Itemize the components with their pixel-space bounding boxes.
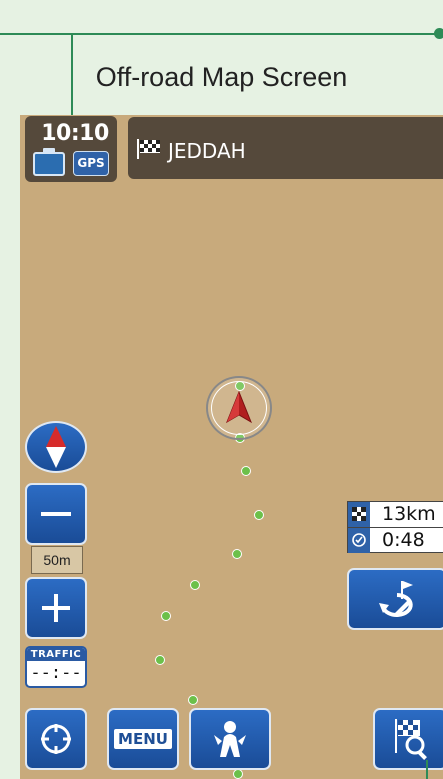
screen-caption: Off-road Map Screen: [95, 62, 348, 92]
zoom-out-button[interactable]: [25, 483, 87, 545]
destination-search-button[interactable]: [373, 708, 443, 770]
battery-icon: [33, 152, 65, 176]
track-dot: [254, 510, 264, 520]
clock-icon: [348, 528, 370, 553]
annotation-line-horizontal: [0, 33, 438, 35]
compass-icon: [46, 426, 66, 468]
reroute-button[interactable]: [347, 568, 443, 630]
reroute-icon: [379, 581, 413, 617]
menu-button-label: MENU: [114, 729, 172, 749]
traffic-value: --:--: [30, 663, 82, 683]
crosshair-icon: [41, 724, 71, 754]
zoom-in-button[interactable]: [25, 577, 87, 639]
clock-time: 10:10: [41, 121, 109, 146]
remaining-time: 0:48: [382, 529, 425, 551]
map-scale: 50m: [31, 546, 83, 574]
destination-name: JEDDAH: [168, 139, 246, 163]
compass-button[interactable]: [25, 421, 87, 473]
plus-icon: [42, 594, 70, 622]
track-dot: [190, 580, 200, 590]
vehicle-position-marker: [206, 376, 272, 440]
remaining-distance: 13km: [382, 503, 436, 525]
annotation-dot: [434, 28, 443, 39]
minus-icon: [41, 512, 71, 516]
track-dot: [155, 655, 165, 665]
checkered-flag-icon: [348, 502, 370, 527]
route-guide-button[interactable]: [189, 708, 271, 770]
track-dot: [161, 611, 171, 621]
traffic-header: TRAFFIC: [27, 648, 85, 661]
flag-search-icon: [394, 719, 427, 760]
traffic-indicator[interactable]: TRAFFIC --:--: [25, 646, 87, 688]
current-location-button[interactable]: [25, 708, 87, 770]
checkered-flag-icon: [137, 139, 160, 159]
vehicle-arrow-icon: [225, 390, 253, 424]
menu-button[interactable]: MENU: [107, 708, 179, 770]
track-dot: [233, 769, 243, 779]
gps-badge: GPS: [73, 151, 109, 176]
annotation-line-bottom: [426, 760, 428, 779]
person-route-icon: [214, 721, 246, 757]
track-dot: [232, 549, 242, 559]
track-dot: [241, 466, 251, 476]
route-info-panel: 13km 0:48: [347, 501, 443, 553]
track-dot: [188, 695, 198, 705]
